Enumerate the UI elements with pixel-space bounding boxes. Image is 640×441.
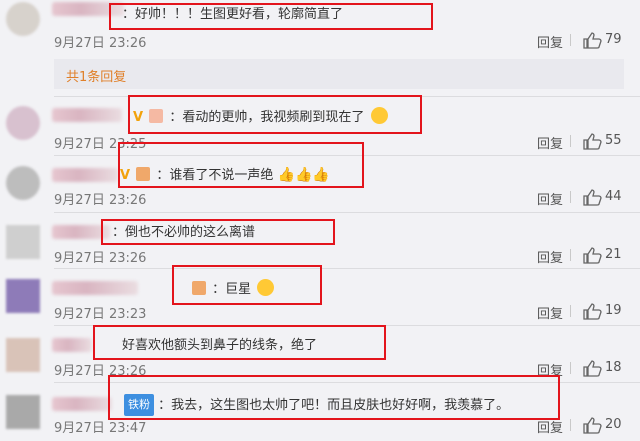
like-count: 55 <box>605 133 622 148</box>
comment-time: 9月27日 23:47 <box>54 421 147 436</box>
avatar[interactable] <box>6 395 40 429</box>
like-count: 79 <box>605 32 622 47</box>
avatar[interactable] <box>6 225 40 259</box>
reply-button[interactable]: 回复 <box>537 303 563 322</box>
highlight-box <box>108 375 560 420</box>
divider <box>54 212 640 213</box>
reply-button[interactable]: 回复 <box>537 247 563 266</box>
highlight-box <box>101 219 335 245</box>
divider <box>54 268 640 269</box>
comment-time: 9月27日 23:26 <box>54 251 147 266</box>
reply-button[interactable]: 回复 <box>537 417 563 436</box>
reply-button[interactable]: 回复 <box>537 32 563 51</box>
divider <box>570 305 571 317</box>
highlight-box <box>109 3 433 30</box>
thumbs-up-icon[interactable] <box>582 416 602 434</box>
thumbs-up-icon[interactable] <box>582 246 602 264</box>
username-blurred[interactable] <box>52 281 138 295</box>
divider <box>570 419 571 431</box>
avatar[interactable] <box>6 106 40 140</box>
avatar[interactable] <box>6 166 40 200</box>
like-count: 19 <box>605 303 622 318</box>
highlight-box <box>172 265 322 305</box>
sub-replies-bar[interactable]: 共1条回复 <box>54 59 624 89</box>
divider <box>570 249 571 261</box>
avatar[interactable] <box>6 338 40 372</box>
comment-time: 9月27日 23:26 <box>54 36 147 51</box>
divider <box>570 135 571 147</box>
divider <box>570 191 571 203</box>
highlight-box <box>93 325 386 360</box>
username-blurred[interactable] <box>52 397 112 411</box>
thumbs-up-icon[interactable] <box>582 188 602 206</box>
like-count: 21 <box>605 247 622 262</box>
like-count: 20 <box>605 417 622 432</box>
comment-time: 9月27日 23:26 <box>54 193 147 208</box>
thumbs-up-icon[interactable] <box>582 302 602 320</box>
avatar[interactable] <box>6 279 40 313</box>
like-count: 18 <box>605 360 622 375</box>
divider <box>570 34 571 46</box>
username-blurred[interactable] <box>52 338 92 352</box>
reply-button[interactable]: 回复 <box>537 133 563 152</box>
thumbs-up-icon[interactable] <box>582 132 602 150</box>
highlight-box <box>128 95 422 134</box>
like-count: 44 <box>605 189 622 204</box>
divider <box>570 362 571 374</box>
username-blurred[interactable] <box>52 168 118 182</box>
sub-replies-link[interactable]: 共1条回复 <box>66 66 126 85</box>
avatar[interactable] <box>6 2 40 36</box>
thumbs-up-icon[interactable] <box>582 359 602 377</box>
username-blurred[interactable] <box>52 108 122 122</box>
comment-time: 9月27日 23:23 <box>54 307 147 322</box>
highlight-box <box>118 142 364 188</box>
thumbs-up-icon[interactable] <box>582 31 602 49</box>
reply-button[interactable]: 回复 <box>537 189 563 208</box>
